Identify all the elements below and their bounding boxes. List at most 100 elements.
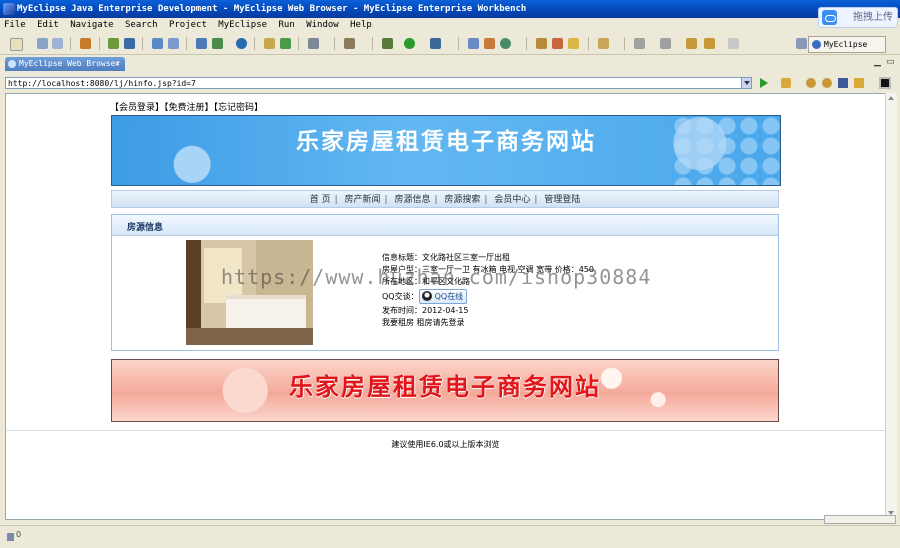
qq-icon [421, 291, 432, 301]
search-icon[interactable] [568, 38, 579, 49]
header-banner: 乐家房屋租赁电子商务网站 [111, 115, 781, 186]
status-text: 0 [16, 530, 22, 539]
save-icon[interactable] [37, 38, 48, 49]
stop-icon[interactable] [838, 78, 848, 88]
main-nav: 首 页 | 房产新闻 | 房源信息 | 房源搜索 | 会员中心 | 管理登陆 [111, 190, 779, 208]
forward-nav-icon[interactable] [822, 78, 832, 88]
address-dropdown-icon[interactable] [741, 77, 752, 89]
nav-listings[interactable]: 房源信息 [394, 195, 430, 205]
info-date: 发布时间：2012-04-15 [382, 306, 469, 315]
external-tools-icon[interactable] [430, 38, 441, 49]
web-project-icon[interactable] [152, 38, 163, 49]
qq-label: QQ交谈： [382, 292, 419, 301]
open-type-icon[interactable] [468, 38, 479, 49]
status-bar: 0 [0, 525, 900, 548]
project-icon[interactable] [344, 38, 355, 49]
save-all-icon[interactable] [52, 38, 63, 49]
back-nav-icon[interactable] [806, 78, 816, 88]
watermark: https://www.huzhan.com/ishop30884 [221, 265, 652, 289]
edit-icon[interactable] [552, 38, 563, 49]
deploy-icon[interactable] [108, 38, 119, 49]
debug-icon[interactable] [382, 38, 393, 49]
listing-header: 房源信息 [112, 215, 778, 236]
globe-icon[interactable] [236, 38, 247, 49]
browser-viewport: 【会员登录】【免费注册】【忘记密码】 乐家房屋租赁电子商务网站 首 页 | 房产新… [5, 93, 886, 520]
section-title: 房源信息 [127, 223, 164, 233]
forward-icon[interactable] [728, 38, 739, 49]
last-edit-icon[interactable] [686, 38, 697, 49]
perspective-switcher[interactable]: MyEclipse ... [808, 36, 886, 64]
banner-title: 乐家房屋租赁电子商务网站 [296, 129, 596, 155]
listing-info: 信息标题：文化路社区三室一厅出租 房屋户型：三室一厅一卫 有冰箱 电视 空调 宽… [382, 252, 594, 329]
package-icon[interactable] [80, 38, 91, 49]
room-photo [186, 240, 313, 345]
horizontal-scrollbar[interactable] [824, 515, 896, 524]
menu-file[interactable]: File [4, 18, 26, 32]
footer-divider [6, 430, 885, 431]
editor-area: MyEclipse Web Browser × ▁ ▭ http://local… [0, 55, 900, 525]
nav-home[interactable]: 首 页 [310, 195, 331, 205]
qq-button-label: QQ在线 [434, 292, 464, 301]
close-icon[interactable]: × [115, 57, 120, 71]
qq-online-button[interactable]: QQ在线 [418, 289, 468, 304]
view-icon[interactable] [879, 77, 891, 89]
window-title: MyEclipse Java Enterprise Development - … [17, 4, 527, 14]
minimize-icon[interactable]: ▁ [874, 57, 881, 67]
menu-help[interactable]: Help [350, 18, 372, 32]
open-file-icon[interactable] [536, 38, 547, 49]
nav-admin-login[interactable]: 管理登陆 [544, 195, 580, 205]
footer-banner-title: 乐家房屋租赁电子商务网站 [289, 373, 601, 401]
refresh-icon[interactable] [500, 38, 511, 49]
footer-banner: 乐家房屋租赁电子商务网站 [111, 359, 779, 422]
menu-navigate[interactable]: Navigate [70, 18, 113, 32]
folder-icon[interactable] [598, 38, 609, 49]
myeclipse-icon [3, 3, 15, 15]
top-links: 【会员登录】【免费注册】【忘记密码】 [110, 100, 263, 113]
member-login-link[interactable]: 【会员登录】 [110, 103, 164, 113]
title-bar: MyEclipse Java Enterprise Development - … [0, 0, 900, 28]
favorites-icon[interactable] [781, 78, 791, 88]
info-rent[interactable]: 我要租房 租房请先登录 [382, 317, 594, 329]
main-toolbar [0, 33, 900, 55]
tab-label: MyEclipse Web Browser [19, 59, 121, 68]
menu-myeclipse[interactable]: MyEclipse [218, 18, 267, 32]
back-icon[interactable] [704, 38, 715, 49]
forgot-password-link[interactable]: 【忘记密码】 [214, 103, 264, 113]
open-perspective-icon[interactable] [796, 38, 807, 49]
server-icon[interactable] [124, 38, 135, 49]
scroll-up-icon[interactable] [888, 96, 894, 100]
new-folder-icon[interactable] [280, 38, 291, 49]
maximize-icon[interactable]: ▭ [886, 57, 895, 67]
tab-web-browser[interactable]: MyEclipse Web Browser × [5, 57, 125, 71]
go-icon[interactable] [760, 78, 768, 88]
nav-member-center[interactable]: 会员中心 [494, 195, 530, 205]
nav-search[interactable]: 房源搜索 [444, 195, 480, 205]
info-title: 信息标题：文化路社区三室一厅出租 [382, 253, 510, 262]
address-input[interactable]: http://localhost:8080/lj/hinfo.jsp?id=7 [5, 77, 751, 89]
cloud-icon [822, 10, 837, 25]
run-icon[interactable] [404, 38, 415, 49]
vertical-scrollbar[interactable] [885, 93, 897, 518]
menu-project[interactable]: Project [169, 18, 207, 32]
free-register-link[interactable]: 【免费注册】 [164, 103, 214, 113]
ejb-project-icon[interactable] [168, 38, 179, 49]
menu-window[interactable]: Window [306, 18, 339, 32]
paste-icon[interactable] [660, 38, 671, 49]
new-icon[interactable] [10, 38, 23, 51]
menu-edit[interactable]: Edit [37, 18, 59, 32]
upload-button[interactable]: 拖拽上传 [818, 7, 898, 28]
nav-news[interactable]: 房产新闻 [345, 195, 381, 205]
copy-icon[interactable] [634, 38, 645, 49]
menu-search[interactable]: Search [125, 18, 158, 32]
browser-tab-icon [8, 60, 16, 68]
new-jsp-icon[interactable] [212, 38, 223, 49]
footer-text: 建议使用IE6.0或以上版本浏览 [391, 440, 500, 449]
task-icon[interactable] [484, 38, 495, 49]
new-class-icon[interactable] [196, 38, 207, 49]
menu-bar: File Edit Navigate Search Project MyEcli… [0, 18, 900, 32]
open-folder-icon[interactable] [264, 38, 275, 49]
myeclipse-perspective-icon [812, 40, 821, 49]
refresh-page-icon[interactable] [854, 78, 864, 88]
monitor-icon[interactable] [308, 38, 319, 49]
menu-run[interactable]: Run [279, 18, 295, 32]
